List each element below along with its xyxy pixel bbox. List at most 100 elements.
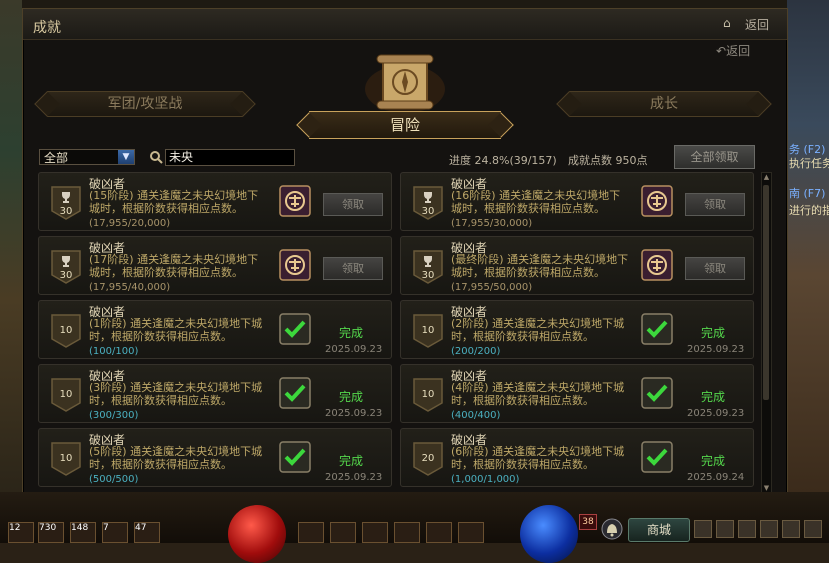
skill-slot-2[interactable] xyxy=(330,522,356,543)
tab-legion[interactable]: 军团/攻坚战 xyxy=(47,91,243,117)
achievement-desc: (最终阶段) 通关逢魔之未央幻境地下城时，根据阶数获得相应点数。 xyxy=(451,253,629,279)
character-icon[interactable] xyxy=(738,520,756,538)
skill-slot-1[interactable] xyxy=(298,522,324,543)
achievement-desc: (4阶段) 通关逢魔之未央幻境地下城时，根据阶数获得相应点数。 xyxy=(451,381,625,407)
tab-growth[interactable]: 成长 xyxy=(569,91,759,117)
tab-adventure[interactable]: 冒险 xyxy=(309,111,501,139)
achievement-progress: (400/400) xyxy=(451,410,501,421)
check-reward-icon xyxy=(641,441,673,473)
claim-button[interactable]: 领取 xyxy=(323,257,383,280)
achievement-desc: (2阶段) 通关逢魔之未央幻境地下城时，根据阶数获得相应点数。 xyxy=(451,317,625,343)
reward-emblem-icon xyxy=(279,249,311,281)
achievement-progress: (17,955/30,000) xyxy=(451,218,533,229)
achievement-progress: (17,955/20,000) xyxy=(89,218,171,229)
reward-emblem-icon xyxy=(641,249,673,281)
mall-button[interactable]: 商城 xyxy=(628,518,690,542)
skill-slot-6[interactable] xyxy=(458,522,484,543)
badge-points: 30 xyxy=(59,206,73,217)
completed-label: 完成 xyxy=(701,454,726,468)
badge-points: 10 xyxy=(421,325,435,336)
claim-button[interactable]: 领取 xyxy=(685,193,745,216)
achievement-desc: (15阶段) 通关逢魔之未央幻境地下城时，根据阶数获得相应点数。 xyxy=(89,189,259,215)
chevron-down-icon[interactable]: ▼ xyxy=(118,150,134,164)
mall-label: 商城 xyxy=(646,523,671,537)
skill-icon[interactable] xyxy=(760,520,778,538)
achievement-grid: 30 破凶者 (15阶段) 通关逢魔之未央幻境地下城时，根据阶数获得相应点数。 (17… xyxy=(38,172,760,492)
scroll-thumb[interactable] xyxy=(763,185,769,400)
window-title: 成就 xyxy=(33,20,61,36)
achievement-card: 20 破凶者 (6阶段) 通关逢魔之未央幻境地下城时，根据阶数获得相应点数。 (1,0… xyxy=(400,428,754,487)
badge-points: 30 xyxy=(421,206,435,217)
bag-icon[interactable] xyxy=(716,520,734,538)
completed-date: 2025.09.24 xyxy=(687,472,745,483)
hud-slot-3[interactable]: 148 xyxy=(70,522,96,543)
category-selected: 全部 xyxy=(44,151,69,165)
progress-summary: 进度 24.8%(39/157) xyxy=(449,154,557,167)
quest-icon[interactable] xyxy=(782,520,800,538)
achievement-desc: (16阶段) 通关逢魔之未央幻境地下城时，根据阶数获得相应点数。 xyxy=(451,189,621,215)
game-background-top xyxy=(0,0,829,8)
completed-label: 完成 xyxy=(701,390,726,404)
badge-points: 10 xyxy=(59,325,73,336)
scrollbar[interactable]: ▲ ▼ xyxy=(761,172,772,494)
completed-label: 完成 xyxy=(339,390,364,404)
completed-label: 完成 xyxy=(339,326,364,340)
bell-icon[interactable] xyxy=(601,518,623,540)
check-reward-icon xyxy=(279,441,311,473)
achievement-desc: (1阶段) 通关逢魔之未央幻境地下城时，根据阶数获得相应点数。 xyxy=(89,317,263,343)
undo-icon: ↶ xyxy=(716,44,727,58)
skill-slot-3[interactable] xyxy=(362,522,388,543)
search-input[interactable] xyxy=(165,149,295,166)
back-button[interactable]: 返回 xyxy=(745,16,769,33)
menu-icon[interactable] xyxy=(694,520,712,538)
settings-icon[interactable] xyxy=(804,520,822,538)
search-icon xyxy=(150,151,163,164)
achievement-progress: (300/300) xyxy=(89,410,139,421)
sub-back-label: 返回 xyxy=(726,44,751,58)
achievement-card: 10 破凶者 (2阶段) 通关逢魔之未央幻境地下城时，根据阶数获得相应点数。 (200… xyxy=(400,300,754,359)
achievement-desc: (17阶段) 通关逢魔之未央幻境地下城时，根据阶数获得相应点数。 xyxy=(89,253,259,279)
achievement-card: 10 破凶者 (1阶段) 通关逢魔之未央幻境地下城时，根据阶数获得相应点数。 (100… xyxy=(38,300,392,359)
level-badge: 38 xyxy=(579,514,597,530)
scroll-up-icon[interactable]: ▲ xyxy=(762,173,771,182)
side-quest-2-desc: 进行的指 xyxy=(789,204,829,217)
claim-button[interactable]: 领取 xyxy=(685,257,745,280)
completed-date: 2025.09.23 xyxy=(325,472,383,483)
achievement-desc: (6阶段) 通关逢魔之未央幻境地下城时，根据阶数获得相应点数。 xyxy=(451,445,625,471)
achievement-progress: (17,955/40,000) xyxy=(89,282,171,293)
skill-slot-4[interactable] xyxy=(394,522,420,543)
claim-button[interactable]: 领取 xyxy=(323,193,383,216)
category-select[interactable]: 全部 ▼ xyxy=(39,149,135,165)
check-reward-icon xyxy=(641,313,673,345)
completed-date: 2025.09.23 xyxy=(687,344,745,355)
mp-orb xyxy=(520,505,578,563)
hud-slot-1[interactable]: 12 xyxy=(8,522,34,543)
achievement-card: 10 破凶者 (5阶段) 通关逢魔之未央幻境地下城时，根据阶数获得相应点数。 (500… xyxy=(38,428,392,487)
game-background-right xyxy=(787,0,829,500)
reward-emblem-icon xyxy=(641,185,673,217)
achievement-progress: (1,000/1,000) xyxy=(451,474,520,485)
side-quest-2[interactable]: 南 (F7) xyxy=(789,185,825,201)
skill-slot-5[interactable] xyxy=(426,522,452,543)
completed-date: 2025.09.23 xyxy=(325,408,383,419)
achievement-progress: (200/200) xyxy=(451,346,501,357)
hud-slot-5[interactable]: 47 xyxy=(134,522,160,543)
achievement-card: 10 破凶者 (4阶段) 通关逢魔之未央幻境地下城时，根据阶数获得相应点数。 (400… xyxy=(400,364,754,423)
achievement-card: 30 破凶者 (最终阶段) 通关逢魔之未央幻境地下城时，根据阶数获得相应点数。 (17… xyxy=(400,236,754,295)
game-background-left xyxy=(0,0,22,500)
scroll-emblem-icon xyxy=(365,54,445,113)
claim-all-button[interactable]: 全部领取 xyxy=(674,145,755,169)
achievement-progress: (100/100) xyxy=(89,346,139,357)
completed-date: 2025.09.23 xyxy=(325,344,383,355)
hud-slot-2[interactable]: 730 xyxy=(38,522,64,543)
completed-label: 完成 xyxy=(339,454,364,468)
achievement-desc: (3阶段) 通关逢魔之未央幻境地下城时，根据阶数获得相应点数。 xyxy=(89,381,263,407)
badge-points: 30 xyxy=(59,270,73,281)
hud-slot-4[interactable]: 7 xyxy=(102,522,128,543)
achievement-card: 30 破凶者 (17阶段) 通关逢魔之未央幻境地下城时，根据阶数获得相应点数。 (17… xyxy=(38,236,392,295)
check-reward-icon xyxy=(279,313,311,345)
achievement-card: 30 破凶者 (15阶段) 通关逢魔之未央幻境地下城时，根据阶数获得相应点数。 (17… xyxy=(38,172,392,231)
achievement-window: 成就 ⌂ 返回 ↶返回 军团/攻坚战 成长 冒险 全部 ▼ 进度 24.8%(3… xyxy=(22,8,788,494)
sub-back-button[interactable]: ↶返回 xyxy=(716,42,750,59)
home-icon[interactable]: ⌂ xyxy=(723,17,735,29)
